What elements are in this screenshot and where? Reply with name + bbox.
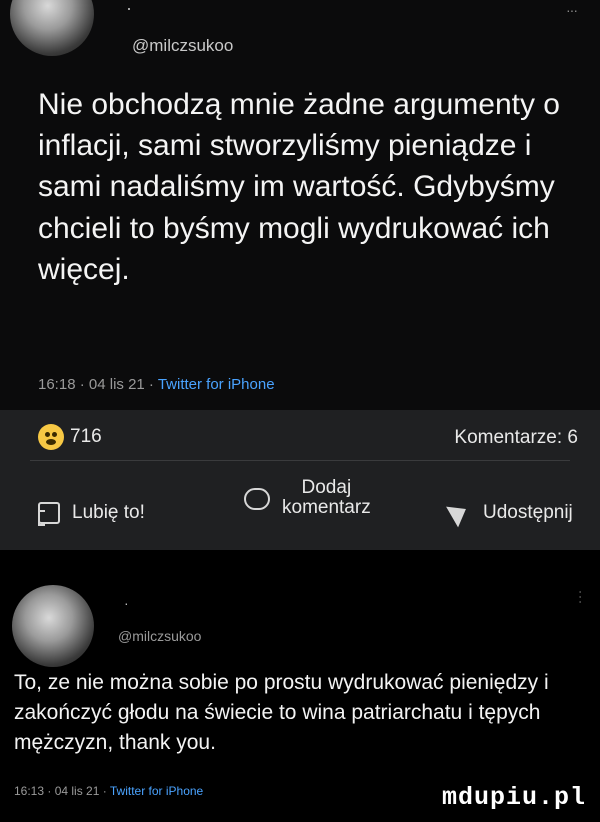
share-icon: [446, 498, 472, 528]
meta-separator: ·: [44, 784, 55, 798]
tweet-date: 04 lis 21: [54, 784, 100, 798]
laughing-emoji-icon: [38, 424, 64, 450]
more-options-icon[interactable]: ···: [574, 590, 588, 605]
reaction-count: 716: [70, 426, 102, 447]
like-button[interactable]: Lubię to!: [38, 502, 145, 526]
comment-icon: [244, 488, 270, 510]
original-tweet: · ··· @milczsukoo Nie obchodzą mnie żadn…: [0, 0, 600, 410]
watermark-logo: mdupiu.pl: [441, 783, 586, 812]
meta-separator: ·: [144, 376, 158, 393]
share-button[interactable]: Udostępnij: [446, 498, 573, 528]
share-label: Udostępnij: [483, 502, 573, 523]
avatar[interactable]: [10, 0, 94, 56]
second-tweet: · ··· @milczsukoo To, ze nie można sobie…: [0, 550, 600, 822]
user-handle[interactable]: @milczsukoo: [118, 628, 201, 644]
add-comment-button[interactable]: Dodaj komentarz: [244, 477, 371, 518]
tweet-text: Nie obchodzą mnie żadne argumenty o infl…: [38, 88, 560, 286]
divider: [30, 460, 570, 461]
reaction-summary[interactable]: 716: [38, 424, 102, 450]
like-label: Lubię to!: [72, 502, 145, 523]
more-options-icon[interactable]: ···: [566, 2, 578, 18]
tweet-source-link[interactable]: Twitter for iPhone: [110, 784, 203, 798]
comment-label-line1: Dodaj: [301, 477, 352, 498]
comments-count[interactable]: Komentarze: 6: [454, 427, 578, 449]
tweet-text: To, ze nie można sobie po prostu wydruko…: [14, 671, 549, 754]
meta-separator: ·: [75, 376, 89, 393]
reaction-bar: 716 Komentarze: 6 Lubię to! Dodaj koment…: [0, 410, 600, 550]
tweet-date: 04 lis 21: [88, 376, 145, 393]
avatar[interactable]: [12, 585, 94, 667]
tweet-meta: 16:13 · 04 lis 21 · Twitter for iPhone: [14, 784, 203, 798]
user-handle[interactable]: @milczsukoo: [132, 36, 233, 56]
tweet-source-link[interactable]: Twitter for iPhone: [158, 376, 275, 393]
separator-dot: ·: [126, 0, 132, 18]
meta-separator: ·: [99, 784, 110, 798]
tweet-time: 16:18: [38, 376, 76, 393]
thumbs-up-icon: [38, 502, 60, 526]
tweet-time: 16:13: [14, 784, 45, 798]
separator-dot: ·: [124, 595, 129, 611]
tweet-meta: 16:18 · 04 lis 21 · Twitter for iPhone: [38, 376, 275, 393]
comment-label-line2: komentarz: [282, 497, 371, 518]
